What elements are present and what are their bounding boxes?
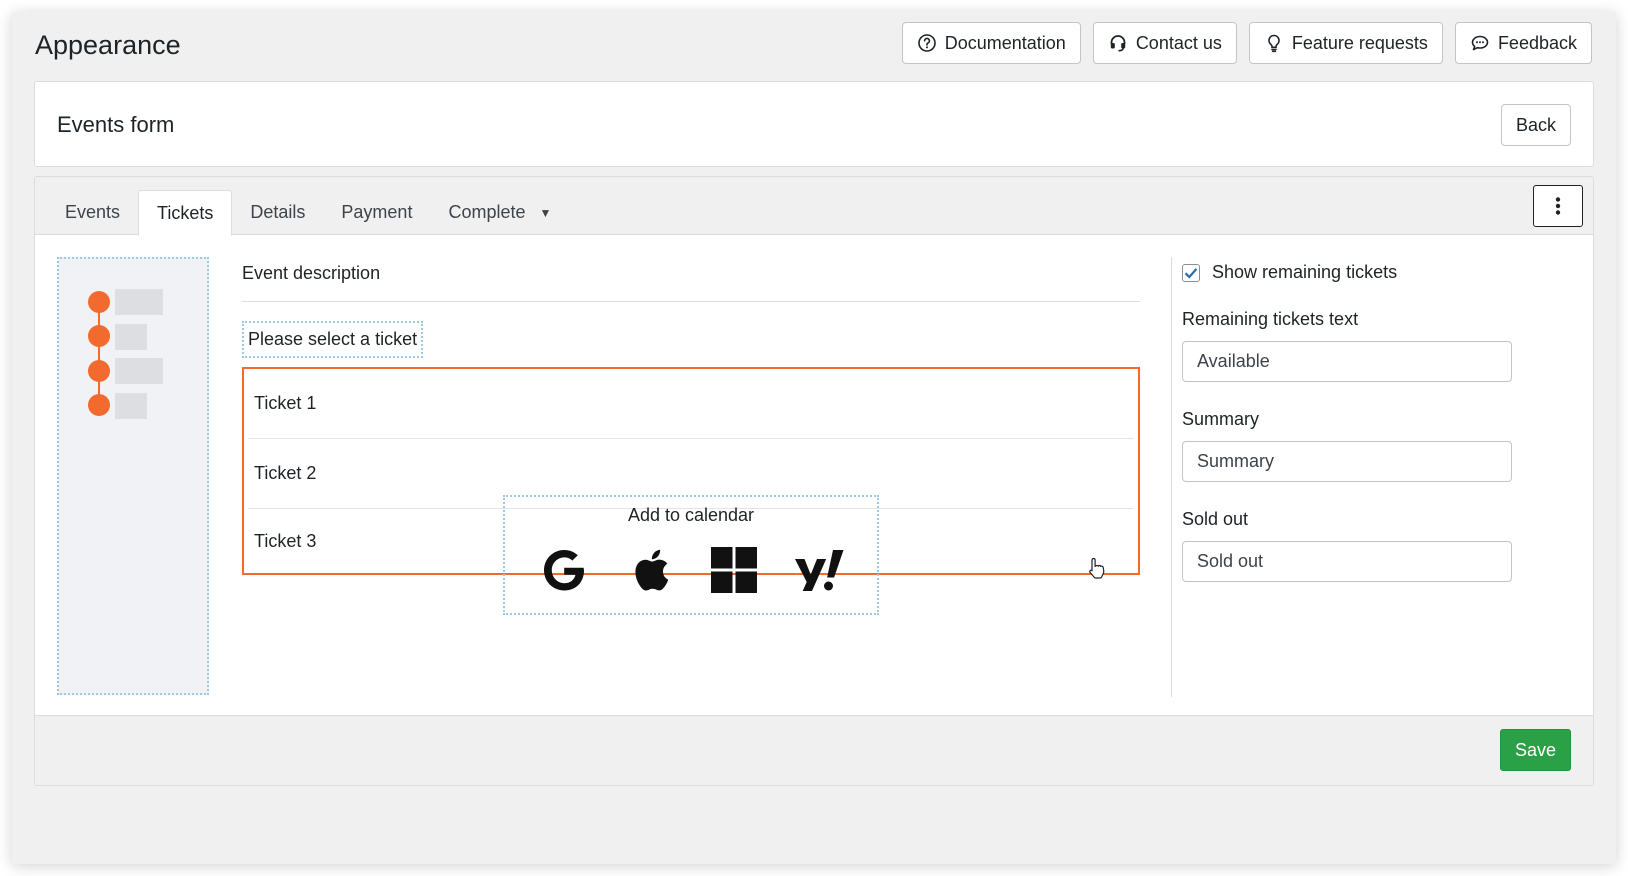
google-icon[interactable] xyxy=(536,542,592,598)
contact-us-label: Contact us xyxy=(1135,32,1222,53)
show-remaining-checkbox[interactable] xyxy=(1182,263,1200,282)
contact-us-button[interactable]: Contact us xyxy=(1092,22,1237,64)
apple-icon[interactable] xyxy=(621,542,677,598)
step-placeholder xyxy=(115,358,163,384)
chat-icon xyxy=(1471,35,1489,51)
checkmark-icon xyxy=(1184,267,1198,279)
add-to-calendar[interactable]: Add to calendar xyxy=(503,495,879,615)
step-dot xyxy=(88,291,110,313)
sold-out-label: Sold out xyxy=(1182,509,1249,529)
save-button[interactable]: Save xyxy=(1499,729,1571,771)
ticket-item[interactable]: Ticket 1 xyxy=(248,369,1134,439)
tabs: Events Tickets Details Payment Complete … xyxy=(47,190,569,236)
vertical-dots-icon xyxy=(1555,197,1561,215)
yahoo-icon[interactable] xyxy=(791,542,847,598)
feature-requests-button[interactable]: Feature requests xyxy=(1248,22,1443,64)
app-window: Appearance Documentation Contact us Feat… xyxy=(12,12,1616,864)
summary-label: Summary xyxy=(1182,409,1260,429)
feedback-button[interactable]: Feedback xyxy=(1454,22,1592,64)
chevron-down-icon[interactable]: ▼ xyxy=(540,206,552,220)
editor-footer: Save xyxy=(35,715,1593,785)
tab-details[interactable]: Details xyxy=(232,190,323,235)
select-ticket-heading[interactable]: Please select a ticket xyxy=(242,321,424,358)
tab-complete[interactable]: Complete ▼ xyxy=(430,190,569,235)
divider xyxy=(242,301,1140,302)
tab-events[interactable]: Events xyxy=(47,190,138,235)
add-to-calendar-title: Add to calendar xyxy=(627,505,755,525)
calendar-icons xyxy=(505,542,877,598)
form-editor: Events Tickets Details Payment Complete … xyxy=(34,176,1594,786)
step-dot xyxy=(88,325,110,347)
show-remaining-label: Show remaining tickets xyxy=(1212,262,1398,282)
feedback-label: Feedback xyxy=(1497,32,1577,53)
tab-complete-label: Complete xyxy=(448,202,526,222)
form-title: Events form xyxy=(57,112,175,137)
settings-sidebar: Show remaining tickets Remaining tickets… xyxy=(1171,257,1571,697)
form-header-card: Events form Back xyxy=(34,81,1594,167)
step-dot xyxy=(88,394,110,416)
windows-icon[interactable] xyxy=(706,542,762,598)
summary-input[interactable] xyxy=(1182,441,1512,482)
steps-connector xyxy=(98,301,100,407)
back-button[interactable]: Back xyxy=(1500,104,1571,146)
step-placeholder xyxy=(115,393,147,419)
documentation-button[interactable]: Documentation xyxy=(901,22,1081,64)
remaining-text-label: Remaining tickets text xyxy=(1182,309,1359,329)
step-placeholder xyxy=(115,324,147,350)
sold-out-input[interactable] xyxy=(1182,541,1512,582)
headset-icon xyxy=(1110,35,1126,52)
more-options-button[interactable] xyxy=(1533,185,1583,227)
pointer-cursor-icon xyxy=(1089,557,1105,579)
event-description[interactable]: Event description xyxy=(242,257,1140,301)
help-circle-icon xyxy=(917,34,936,52)
step-placeholder xyxy=(115,289,163,315)
header-actions: Documentation Contact us Feature request… xyxy=(901,22,1592,64)
page-title: Appearance xyxy=(35,30,181,60)
tab-payment[interactable]: Payment xyxy=(323,190,430,235)
show-remaining-row[interactable]: Show remaining tickets xyxy=(1182,262,1571,283)
tab-bar: Events Tickets Details Payment Complete … xyxy=(35,177,1593,236)
documentation-label: Documentation xyxy=(944,32,1066,53)
steps-preview[interactable] xyxy=(57,257,209,695)
step-dot xyxy=(88,360,110,382)
lightbulb-icon xyxy=(1268,34,1280,53)
tab-tickets[interactable]: Tickets xyxy=(138,190,233,236)
remaining-text-input[interactable] xyxy=(1182,341,1512,382)
feature-requests-label: Feature requests xyxy=(1291,32,1428,53)
